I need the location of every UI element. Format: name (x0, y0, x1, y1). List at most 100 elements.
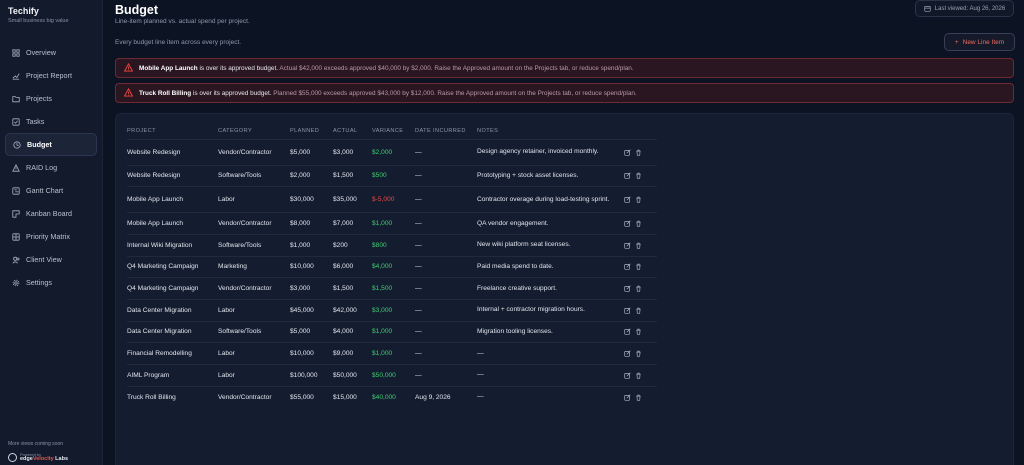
sidebar-item-projects[interactable]: Projects (5, 87, 97, 110)
sidebar-item-tasks[interactable]: Tasks (5, 110, 97, 133)
cell-variance: $-5,000 (372, 186, 415, 213)
table-row: AIML Program Labor $100,000 $50,000 $50,000—… (127, 364, 657, 387)
trash-icon[interactable] (635, 242, 642, 249)
cell-planned: $100,000 (290, 364, 333, 387)
table-row: Q4 Marketing Campaign Vendor/Contractor $3… (127, 277, 657, 300)
trash-icon[interactable] (635, 149, 642, 156)
grid-icon (12, 48, 20, 57)
sidebar-item-client-view[interactable]: Client View (5, 248, 97, 271)
trash-icon[interactable] (635, 285, 642, 292)
sidebar-item-settings[interactable]: Settings (5, 271, 97, 294)
edit-icon[interactable] (624, 220, 631, 227)
cell-project: Data Center Migration (127, 320, 218, 343)
col-project: PROJECT (127, 127, 156, 134)
cell-variance: $1,000 (372, 320, 415, 343)
plus-icon: + (954, 38, 959, 46)
trash-icon[interactable] (635, 372, 642, 379)
cell-actions (624, 233, 657, 257)
table-row: Truck Roll Billing Vendor/Contractor $55,0… (127, 385, 657, 408)
cell-category: Software/Tools (218, 233, 290, 257)
calendar-icon (924, 6, 931, 12)
alert-text: Mobile App Launch is over its approved b… (139, 64, 634, 72)
brand: Techify Small business big value (8, 6, 69, 24)
cell-actual: $7,000 (333, 212, 372, 235)
trash-icon[interactable] (635, 307, 642, 314)
sidebar-item-overview[interactable]: Overview (5, 41, 97, 64)
powered-brand: edgeVelocity Labs (20, 456, 69, 462)
cell-project: Financial Remodelling (127, 342, 218, 365)
sidebar-footer-note: More views coming soon (8, 441, 64, 447)
cell-planned: $2,000 (290, 164, 333, 187)
edit-icon[interactable] (624, 372, 631, 379)
cell-actions (624, 277, 657, 300)
cell-category: Vendor/Contractor (218, 138, 290, 165)
edit-icon[interactable] (624, 285, 631, 292)
cell-notes: Prototyping + stock asset licenses. (477, 164, 624, 187)
new-line-item-button[interactable]: + New Line Item (944, 33, 1015, 51)
cell-planned: $3,000 (290, 277, 333, 300)
cell-planned: $45,000 (290, 298, 333, 322)
cell-date-incurred: — (415, 255, 477, 278)
cell-category: Labor (218, 186, 290, 213)
sidebar-item-kanban-board[interactable]: Kanban Board (5, 202, 97, 225)
cell-actual: $200 (333, 233, 372, 257)
cell-category: Vendor/Contractor (218, 212, 290, 235)
table-row: Website Redesign Vendor/Contractor $5,000 $… (127, 138, 657, 165)
trash-icon[interactable] (635, 263, 642, 271)
sidebar-item-label: Kanban Board (26, 209, 72, 218)
trash-icon[interactable] (635, 220, 642, 227)
cell-variance: $4,000 (372, 255, 415, 278)
trash-icon[interactable] (635, 328, 642, 336)
page-description: Every budget line item across every proj… (115, 39, 242, 46)
cell-notes: — (477, 385, 624, 408)
cell-actual: $1,500 (333, 277, 372, 300)
cell-notes: — (477, 342, 624, 365)
cell-notes: Design agency retainer, invoiced monthly… (477, 138, 624, 165)
cell-actual: $6,000 (333, 255, 372, 278)
warning-triangle-icon (123, 87, 134, 99)
trash-icon[interactable] (635, 394, 642, 401)
new-line-item-label: New Line Item (962, 38, 1005, 46)
cell-date-incurred: — (415, 233, 477, 257)
page-subtitle: Line-item planned vs. actual spend per p… (115, 18, 250, 25)
sidebar-item-priority-matrix[interactable]: Priority Matrix (5, 225, 97, 248)
sidebar-item-label: Project Report (26, 71, 72, 80)
checkbox-icon (12, 117, 20, 126)
cell-date-incurred: — (415, 298, 477, 322)
sidebar-item-label: Priority Matrix (26, 232, 70, 241)
folder-icon (12, 95, 20, 103)
cell-date-incurred: — (415, 277, 477, 300)
cell-project: Q4 Marketing Campaign (127, 255, 218, 278)
edit-icon[interactable] (624, 242, 631, 249)
edit-icon[interactable] (624, 196, 631, 203)
alert-text: Truck Roll Billing is over its approved … (139, 89, 637, 97)
sidebar-item-gantt-chart[interactable]: Gantt Chart (5, 179, 97, 202)
cell-actions (624, 186, 657, 213)
cell-project: AIML Program (127, 364, 218, 387)
col-category: CATEGORY (218, 127, 253, 134)
sidebar-item-raid-log[interactable]: RAID Log (5, 156, 97, 179)
cell-category: Vendor/Contractor (218, 277, 290, 300)
cell-actual: $4,000 (333, 320, 372, 343)
cell-project: Q4 Marketing Campaign (127, 277, 218, 300)
table-row: Financial Remodelling Labor $10,000 $9,000 $… (127, 342, 657, 365)
trash-icon[interactable] (635, 350, 642, 357)
trash-icon[interactable] (635, 196, 642, 203)
edit-icon[interactable] (624, 307, 631, 314)
sidebar-item-project-report[interactable]: Project Report (5, 64, 97, 87)
cell-notes: QA vendor engagement. (477, 212, 624, 235)
cell-variance: $2,000 (372, 138, 415, 165)
edit-icon[interactable] (624, 394, 631, 401)
cell-actions (624, 298, 657, 322)
edit-icon[interactable] (624, 172, 631, 179)
edit-icon[interactable] (624, 350, 631, 357)
edit-icon[interactable] (624, 263, 631, 271)
edit-icon[interactable] (624, 148, 631, 156)
cell-planned: $5,000 (290, 138, 333, 165)
cell-date-incurred: — (415, 364, 477, 387)
cell-variance: $1,000 (372, 212, 415, 235)
sidebar-item-budget[interactable]: Budget (5, 133, 97, 156)
edit-icon[interactable] (624, 328, 631, 336)
users-icon (12, 256, 20, 264)
trash-icon[interactable] (635, 172, 642, 179)
